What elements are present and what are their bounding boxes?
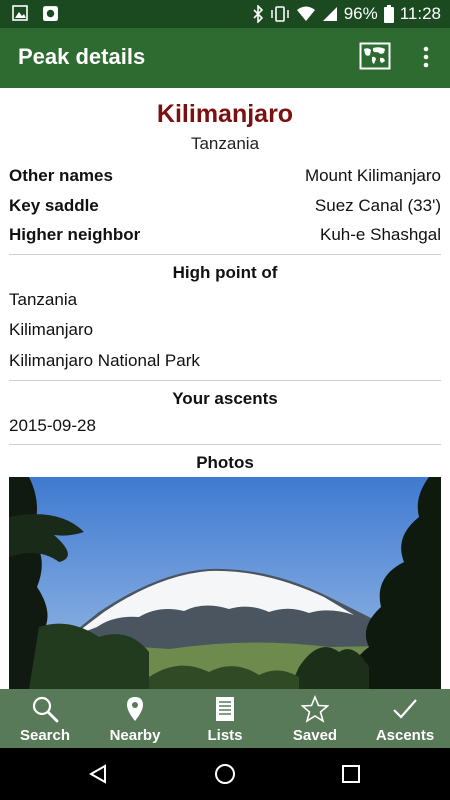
divider — [9, 254, 441, 255]
nav-label: Nearby — [109, 727, 161, 744]
detail-value[interactable]: Suez Canal (33') — [315, 196, 441, 216]
battery-percent: 96% — [343, 4, 378, 23]
nav-label: Ascents — [375, 727, 435, 744]
app-bar: Peak details — [0, 28, 450, 88]
peak-country: Tanzania — [190, 134, 260, 153]
signal-icon — [322, 7, 337, 21]
bottom-navigation: Search Nearby Lists Saved Ascents — [0, 689, 450, 748]
wifi-icon — [296, 6, 315, 21]
detail-row-higher-neighbor: Higher neighbor Kuh-e Shashgal — [9, 225, 441, 249]
detail-label: Other names — [9, 166, 113, 185]
battery-icon — [383, 5, 394, 23]
nav-nearby-button[interactable]: Nearby — [90, 689, 180, 748]
nav-ascents-button[interactable]: Ascents — [360, 689, 450, 748]
nav-saved-button[interactable]: Saved — [270, 689, 360, 748]
detail-label: Higher neighbor — [9, 225, 141, 244]
overflow-menu-button[interactable] — [414, 44, 438, 70]
high-point-item[interactable]: Kilimanjaro — [9, 320, 93, 340]
search-icon — [32, 696, 59, 723]
nav-label: Saved — [292, 727, 338, 744]
high-point-item[interactable]: Kilimanjaro National Park — [9, 351, 200, 371]
system-navigation-bar — [0, 748, 450, 800]
clock: 11:28 — [399, 4, 441, 23]
image-notification-icon — [12, 5, 28, 21]
bluetooth-icon — [253, 5, 263, 23]
vibrate-icon — [270, 6, 289, 22]
page-title: Peak details — [18, 44, 146, 69]
location-pin-icon — [127, 697, 143, 721]
detail-value: Mount Kilimanjaro — [304, 166, 441, 185]
peak-photo[interactable] — [9, 477, 441, 689]
status-bar: 96% 11:28 — [0, 0, 450, 28]
ascents-heading: Your ascents — [172, 389, 278, 408]
checkmark-icon — [393, 699, 417, 719]
detail-label: Key saddle — [9, 196, 99, 215]
peak-details-content[interactable]: Kilimanjaro Tanzania Other names Mount K… — [0, 88, 450, 689]
recents-icon[interactable] — [342, 765, 360, 783]
nav-search-button[interactable]: Search — [0, 689, 90, 748]
detail-row-other-names: Other names Mount Kilimanjaro — [9, 166, 441, 190]
home-icon[interactable] — [214, 763, 236, 785]
star-icon — [301, 695, 329, 723]
back-icon[interactable] — [88, 764, 108, 784]
overflow-menu-icon — [423, 46, 429, 68]
map-icon — [359, 42, 391, 70]
detail-row-key-saddle: Key saddle Suez Canal (33') — [9, 196, 441, 220]
divider — [9, 380, 441, 381]
nav-lists-button[interactable]: Lists — [180, 689, 270, 748]
high-point-heading: High point of — [172, 263, 278, 282]
high-point-item[interactable]: Tanzania — [9, 290, 77, 310]
map-button[interactable] — [359, 42, 391, 70]
list-icon — [216, 697, 234, 721]
nav-label: Search — [19, 727, 71, 744]
nav-label: Lists — [207, 727, 243, 744]
ascent-date[interactable]: 2015-09-28 — [9, 416, 96, 436]
peak-name: Kilimanjaro — [156, 100, 294, 128]
record-notification-icon — [43, 6, 58, 21]
divider — [9, 444, 441, 445]
photos-heading: Photos — [196, 453, 254, 472]
detail-value[interactable]: Kuh-e Shashgal — [320, 225, 441, 245]
